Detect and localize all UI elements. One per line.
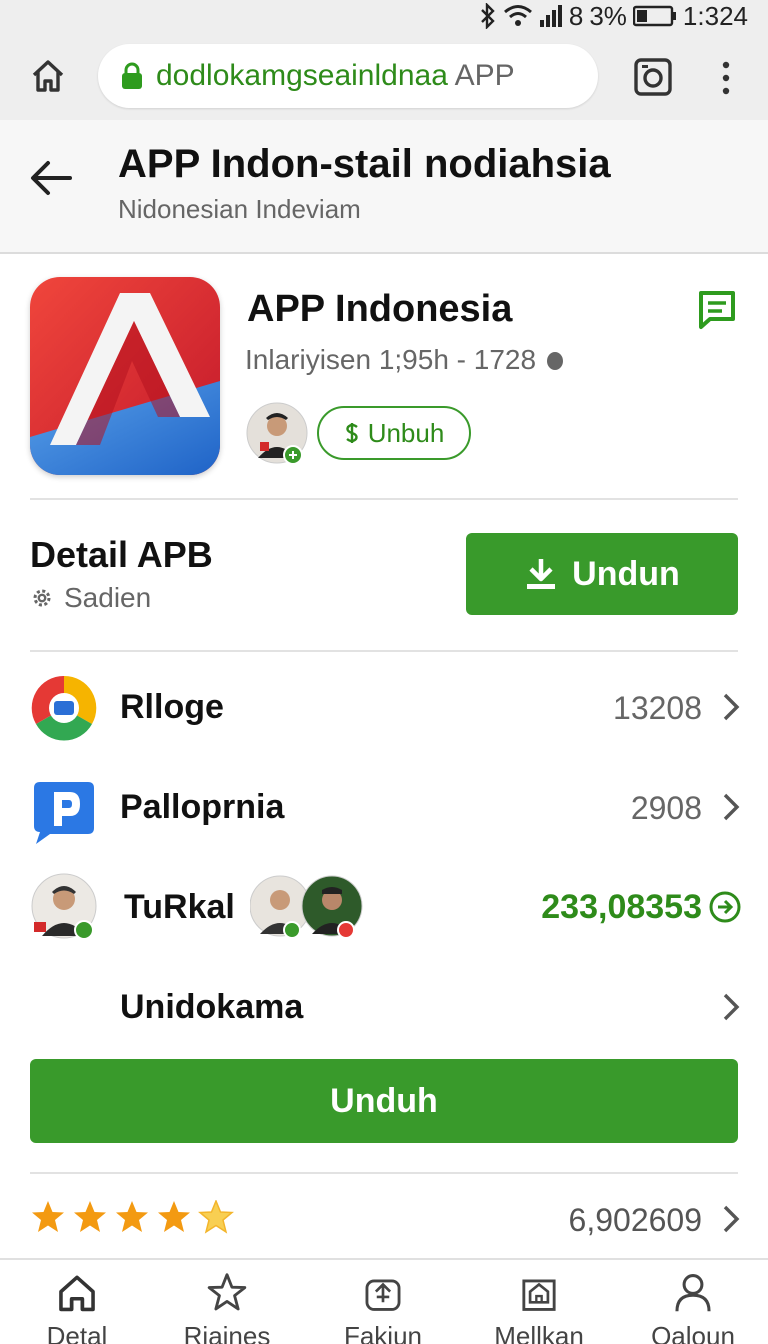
row-label: Unidokama [120,988,304,1026]
nav-label: Fakiun [343,1321,423,1344]
clock: 1:324 [682,0,748,31]
undun-button-label: Undun [572,554,680,593]
chevron-right-icon [723,793,740,821]
detail-subtitle: Sadien [30,582,151,614]
status-bar: 8 3% 1:324 [0,0,768,32]
nav-item-detal[interactable]: Detal [2,1272,152,1344]
store-icon [522,1279,556,1311]
address-bar[interactable]: dodlokamgseainldnaa APP [98,44,598,108]
home-icon[interactable] [28,56,68,96]
row-label: Palloprnia [120,788,285,826]
nav-item-qaloun[interactable]: Qaloun [618,1272,768,1344]
list-item-turkal[interactable]: TuRkal 233,08353 [0,862,768,952]
chevron-right-icon[interactable] [720,1204,742,1234]
star-filled-icon [116,1201,148,1232]
nav-label: Riaines [183,1321,271,1344]
lock-icon [122,62,142,89]
divider [30,650,738,652]
chrome-icon [31,675,97,741]
rating-count: 6,902609 [568,1202,702,1238]
chevron-right-icon [723,993,740,1021]
url-text: dodlokamgseainldnaa APP [156,59,515,93]
app-icon [30,277,220,475]
p-app-icon [34,782,94,844]
nav-label: Detal [46,1321,108,1344]
signal-number: 8 [568,0,584,31]
wifi-icon [503,5,532,26]
avatar-group-icon [250,875,363,938]
bookmark-icon[interactable] [696,289,738,331]
back-arrow-icon[interactable] [28,158,74,198]
app-meta-text: Inlariyisen 1;95h - 1728 [245,344,537,375]
star-filled-icon [32,1201,64,1232]
info-dot-icon [547,352,564,370]
list-item-rlloge[interactable]: Rlloge 13208 [0,662,768,752]
home-icon [59,1275,95,1312]
status-icons: 8 3% 1:324 [479,0,748,32]
list-item-unidokama[interactable]: Unidokama [0,960,768,1050]
gear-icon [33,589,51,607]
camera-icon[interactable] [634,58,672,96]
rating-stars [30,1200,234,1234]
row-label: TuRkal [124,888,235,926]
star-half-icon [198,1200,234,1234]
detail-title: Detail APB [30,534,213,575]
star-icon [207,1273,247,1311]
nav-label: Qaloun [651,1321,735,1344]
nav-item-fakiun[interactable]: Fakiun [308,1272,458,1344]
page-subtitle: Nidonesian Indeviam [118,194,361,224]
row-value-highlight: 233,08353 [541,888,702,926]
browser-toolbar: dodlokamgseainldnaa APP [0,32,768,120]
dollar-icon [345,423,358,443]
row-label: Rlloge [120,688,224,726]
star-filled-icon [74,1201,106,1232]
unbuh-chip[interactable]: Unbuh [317,406,471,460]
url-main: dodlokamgseainldnaa [156,59,448,92]
chevron-right-icon [723,693,740,721]
list-item-palloprnia[interactable]: Palloprnia 2908 [0,762,768,852]
unbuh-chip-label: Unbuh [367,417,445,448]
app-logo-icon [30,277,220,475]
bluetooth-icon [481,3,495,29]
divider [30,1172,738,1174]
user-avatar-icon [31,873,97,940]
app-meta: Inlariyisen 1;95h - 1728 [245,344,564,376]
bottom-navigation: Detal Riaines Fakiun Mellkan Qaloun [0,1258,768,1344]
undun-button[interactable]: Undun [466,533,738,615]
star-filled-icon [158,1201,190,1232]
unduh-button[interactable]: Unduh [30,1059,738,1143]
divider [30,498,738,500]
download-icon [527,559,556,589]
battery-percent: 3% [589,0,627,31]
person-avatar-icon [246,402,308,465]
developer-avatar[interactable] [246,402,308,465]
unduh-button-label: Unduh [330,1081,438,1120]
nav-label: Mellkan [494,1321,584,1344]
nav-item-riaines[interactable]: Riaines [152,1272,302,1344]
arrow-circle-icon [709,891,741,923]
page-header: APP Indon-stail nodiahsia Nidonesian Ind… [0,120,768,254]
signal-icon [539,5,562,27]
page-title: APP Indon-stail nodiahsia [118,142,611,186]
app-name: APP Indonesia [247,288,513,330]
row-value: 13208 [613,690,702,726]
more-vert-icon[interactable] [716,60,736,96]
nav-item-mellkan[interactable]: Mellkan [464,1272,614,1344]
lock-icon [365,1279,401,1311]
detail-subtitle-text: Sadien [64,582,152,613]
row-value: 2908 [630,790,702,826]
person-icon [675,1274,711,1312]
url-suffix: APP [454,59,515,92]
battery-icon [632,5,676,27]
